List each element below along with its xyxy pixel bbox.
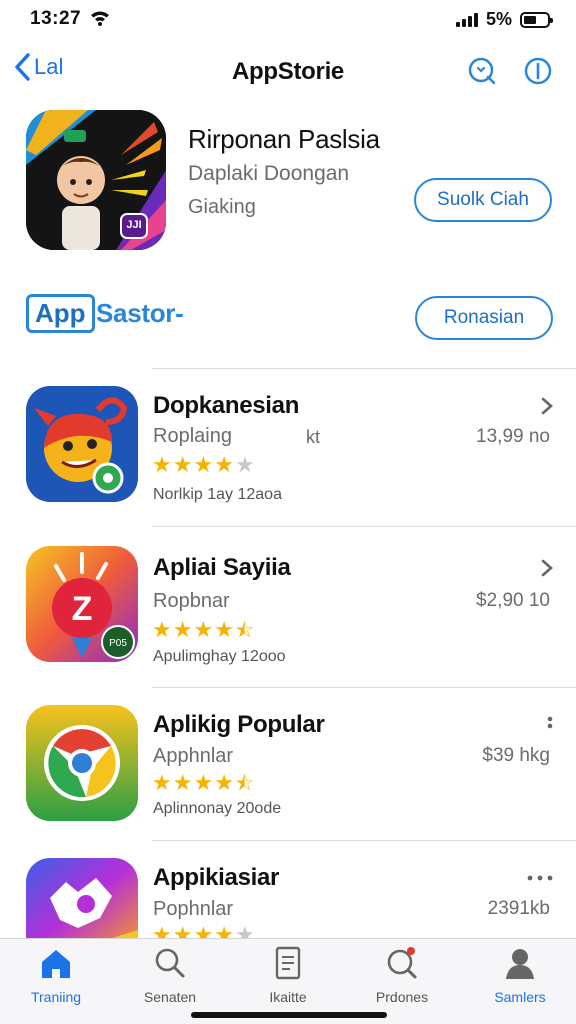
star-rating: ★★★★⯪ (152, 616, 255, 650)
app-name: Appikiasiar (153, 864, 280, 891)
section-header: App Sastor- Ronasian (0, 286, 576, 350)
star-icon: ★ (152, 617, 173, 642)
status-time: 13:27 (30, 8, 82, 29)
featured-icon-badge: JJI (126, 219, 142, 231)
notification-search-icon (387, 947, 417, 979)
tab-ikaitte[interactable]: Ikaitte (238, 945, 338, 1005)
svg-text:P05: P05 (109, 638, 127, 649)
tab-label: Traniing (30, 989, 82, 1005)
status-indicators: 5% (455, 9, 553, 30)
app-name: Apliai Sayiia (153, 554, 291, 581)
chat-icon[interactable] (467, 56, 497, 86)
more-horizontal-icon[interactable] (526, 874, 554, 882)
tab-prdones[interactable]: Prdones (352, 945, 452, 1005)
tab-samlers[interactable]: Samlers (470, 945, 570, 1005)
status-bar: 13:27 5% (0, 0, 576, 40)
row-divider (152, 687, 576, 688)
app-list-item[interactable]: P05 Z Apliai Sayiia Ropbnar ★★★★⯪ Apulim… (0, 526, 576, 682)
star-icon: ★ (152, 452, 173, 477)
app-meta: Aplinnonay 20ode (153, 800, 282, 817)
row-divider (152, 526, 576, 527)
app-icon-letter: Z (71, 590, 93, 628)
featured-get-button[interactable]: Suolk Ciah (414, 178, 552, 222)
star-rating: ★★★★★ (152, 452, 256, 478)
featured-app-title: Rirponan Paslsia (188, 124, 380, 154)
app-icon-apliai[interactable]: P05 Z (26, 546, 138, 662)
app-meta: Apulimghay 12ooo (153, 648, 286, 665)
app-meta: Norlkip 1ay 12aoa (153, 486, 282, 503)
browser-app-icon (26, 705, 138, 821)
star-rating: ★★★★⯪ (152, 769, 255, 803)
app-list-item[interactable]: Aplikig Popular Apphnlar ★★★★⯪ Aplinnona… (0, 687, 576, 843)
star-icon: ★ (172, 770, 194, 795)
person-icon (506, 949, 534, 979)
app-icon-dopkanesian[interactable] (26, 386, 138, 502)
app-icon-aplikig[interactable] (26, 705, 138, 821)
more-vertical-icon[interactable] (546, 715, 554, 735)
section-title: Sastor- (96, 298, 184, 328)
app-section-badge: App (26, 294, 95, 333)
star-icon: ★ (214, 770, 235, 795)
chevron-right-icon[interactable] (540, 558, 554, 578)
app-category: Ropbnar (153, 590, 230, 612)
monster-app-icon (26, 386, 138, 502)
star-icon: ⯪ (234, 773, 255, 795)
search-icon (155, 948, 185, 978)
battery-percent: 5% (485, 9, 512, 29)
star-icon: ★ (172, 617, 194, 642)
app-price: 13,99 no (476, 426, 550, 447)
star-icon: ★ (214, 617, 235, 642)
chevron-right-icon[interactable] (540, 396, 554, 416)
featured-app-icon[interactable]: JJI (26, 110, 166, 250)
document-icon (275, 946, 301, 980)
battery-icon (520, 11, 553, 28)
app-category: Apphnlar (153, 745, 234, 767)
row-divider (152, 840, 576, 841)
app-list-item[interactable]: Dopkanesian Roplaing kt ★★★★★ Norlkip 1a… (0, 368, 576, 524)
star-icon: ★ (193, 452, 215, 477)
tab-traniing[interactable]: Traniing (6, 945, 106, 1005)
info-icon[interactable] (523, 56, 553, 86)
star-icon: ★ (172, 452, 194, 477)
featured-app: JJI Rirponan Paslsia Daplaki Doongan Gia… (0, 108, 576, 258)
star-icon: ★ (152, 770, 173, 795)
star-icon: ⯪ (234, 620, 255, 642)
tab-senaten[interactable]: Senaten (120, 945, 220, 1005)
featured-artwork-icon (26, 110, 166, 250)
app-price: 2391kb (487, 898, 550, 919)
navigation-bar: Lal AppStorie (0, 44, 576, 100)
home-indicator (191, 1012, 387, 1018)
row-divider (152, 368, 576, 369)
cellular-signal-icon (455, 12, 478, 27)
wifi-icon (91, 11, 109, 26)
app-name: Aplikig Popular (153, 711, 325, 738)
app-name: Dopkanesian (153, 392, 300, 419)
app-category: Pophnlar (153, 898, 234, 920)
star-icon: ★ (193, 617, 215, 642)
section-see-all-button[interactable]: Ronasian (415, 296, 553, 340)
star-icon: ★ (234, 452, 256, 477)
app-category: Roplaing (153, 425, 232, 447)
tab-label: Samlers (494, 989, 546, 1005)
app-price: $39 hkg (482, 745, 550, 766)
tab-label: Ikaitte (269, 989, 307, 1005)
app-category-extra: kt (306, 427, 321, 447)
tab-label: Prdones (375, 989, 429, 1005)
star-icon: ★ (214, 452, 235, 477)
star-icon: ★ (193, 770, 215, 795)
tab-label: Senaten (143, 989, 197, 1005)
featured-app-category: Giaking (188, 196, 256, 218)
home-icon (42, 950, 70, 978)
app-price: $2,90 10 (476, 590, 550, 611)
featured-app-subtitle: Daplaki Doongan (188, 162, 350, 185)
